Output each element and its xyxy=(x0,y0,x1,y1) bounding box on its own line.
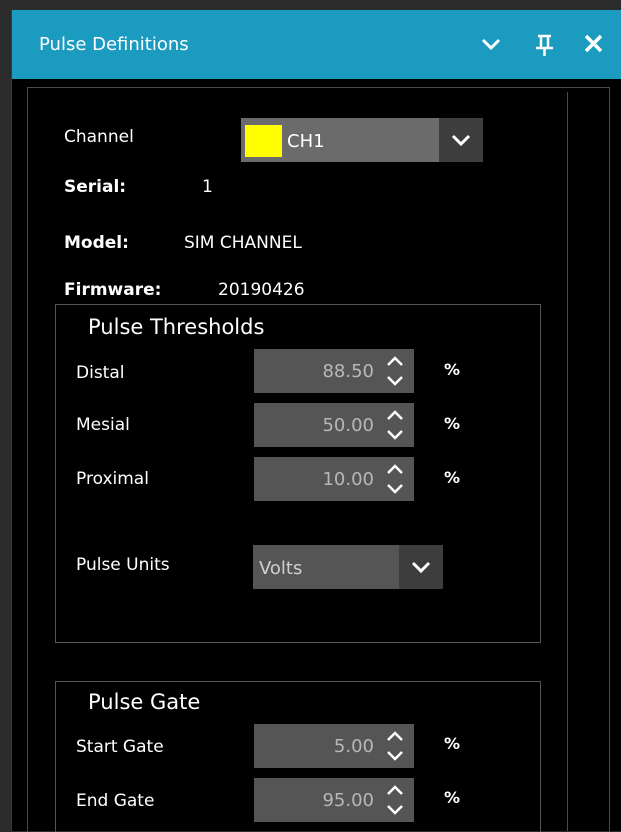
spinner-arrows-icon[interactable] xyxy=(378,728,412,764)
start-gate-label: Start Gate xyxy=(76,737,164,757)
pin-button[interactable] xyxy=(528,26,562,62)
pulse-units-label: Pulse Units xyxy=(76,555,170,575)
proximal-value: 10.00 xyxy=(322,469,374,490)
model-label: Model: xyxy=(64,233,129,253)
pulse-thresholds-title: Pulse Thresholds xyxy=(88,315,265,339)
scrollbar-track[interactable] xyxy=(567,92,608,831)
spinner-arrows-icon[interactable] xyxy=(378,782,412,818)
chevron-down-icon xyxy=(481,38,501,51)
end-gate-label: End Gate xyxy=(76,791,155,811)
firmware-value: 20190426 xyxy=(218,280,305,300)
firmware-label: Firmware: xyxy=(64,280,162,300)
chevron-down-icon xyxy=(411,561,431,574)
end-gate-spinner[interactable]: 95.00 xyxy=(254,778,414,822)
proximal-unit: % xyxy=(444,468,461,487)
end-gate-unit: % xyxy=(444,788,461,807)
pulse-definitions-window: Pulse Definitions Channel CH1 Serial: 1 … xyxy=(11,10,621,832)
channel-dropdown[interactable]: CH1 xyxy=(241,118,483,162)
distal-value: 88.50 xyxy=(322,361,374,382)
pulse-gate-title: Pulse Gate xyxy=(88,690,201,714)
spinner-arrows-icon[interactable] xyxy=(378,407,412,443)
spinner-arrows-icon[interactable] xyxy=(378,353,412,389)
channel-selected-value: CH1 xyxy=(287,131,325,152)
pulse-units-dropdown-arrow[interactable] xyxy=(399,545,443,589)
pin-icon xyxy=(536,34,553,56)
distal-spinner[interactable]: 88.50 xyxy=(254,349,414,393)
channel-label: Channel xyxy=(64,127,134,147)
proximal-spinner[interactable]: 10.00 xyxy=(254,457,414,501)
close-icon xyxy=(584,34,603,53)
mesial-spinner[interactable]: 50.00 xyxy=(254,403,414,447)
serial-value: 1 xyxy=(202,177,213,197)
channel-color-swatch xyxy=(245,125,282,157)
title-bar: Pulse Definitions xyxy=(12,10,621,79)
chevron-down-icon xyxy=(451,134,471,147)
end-gate-value: 95.00 xyxy=(322,790,374,811)
pulse-units-value: Volts xyxy=(259,558,303,579)
mesial-label: Mesial xyxy=(76,415,130,435)
start-gate-unit: % xyxy=(444,734,461,753)
window-menu-button[interactable] xyxy=(474,26,508,62)
close-button[interactable] xyxy=(577,26,611,62)
window-title: Pulse Definitions xyxy=(39,34,189,55)
distal-label: Distal xyxy=(76,363,125,383)
start-gate-spinner[interactable]: 5.00 xyxy=(254,724,414,768)
mesial-unit: % xyxy=(444,414,461,433)
spinner-arrows-icon[interactable] xyxy=(378,461,412,497)
pulse-units-dropdown[interactable]: Volts xyxy=(253,545,443,589)
serial-label: Serial: xyxy=(64,177,127,197)
start-gate-value: 5.00 xyxy=(333,736,374,757)
proximal-label: Proximal xyxy=(76,469,149,489)
channel-dropdown-arrow[interactable] xyxy=(439,118,483,162)
mesial-value: 50.00 xyxy=(322,415,374,436)
distal-unit: % xyxy=(444,360,461,379)
model-value: SIM CHANNEL xyxy=(184,233,302,253)
